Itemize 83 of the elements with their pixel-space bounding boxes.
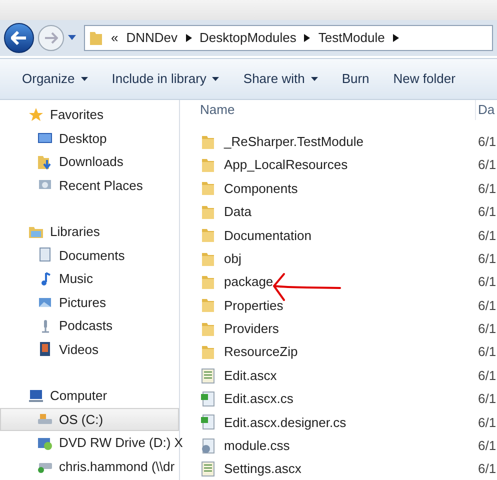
file-name[interactable]: obj — [224, 248, 242, 268]
file-name[interactable]: module.css — [224, 436, 290, 456]
folder-icon — [200, 344, 216, 360]
folder-icon — [89, 30, 103, 46]
date-cell-text: 6/1 — [477, 437, 496, 456]
sidebar-item[interactable]: Documents — [0, 244, 179, 267]
file-name[interactable]: ResourceZip — [224, 342, 298, 362]
file-name[interactable]: Components — [224, 178, 298, 198]
file-name[interactable]: Edit.ascx — [224, 366, 277, 386]
file-icon — [200, 368, 216, 384]
breadcrumb[interactable]: DesktopModules — [200, 28, 296, 48]
toolbar-button[interactable]: Burn — [332, 65, 380, 93]
file-name[interactable]: Providers — [224, 319, 279, 339]
folder-icon — [200, 227, 216, 244]
code-file-icon — [200, 390, 216, 407]
sidebar-group[interactable]: Libraries — [50, 222, 100, 242]
code-file-icon — [200, 414, 216, 430]
date-cell-text: 6/1 — [477, 156, 496, 174]
sidebar-item[interactable]: Music — [0, 267, 179, 290]
computer-icon — [28, 388, 44, 404]
file-name[interactable]: _ReSharper.TestModule — [224, 132, 364, 152]
star-icon — [28, 106, 44, 123]
annotation-arrow-drawing — [272, 270, 342, 302]
toolbar-button[interactable]: Organize — [12, 65, 98, 93]
folder-icon — [37, 154, 53, 170]
file-name[interactable]: Edit.ascx.designer.cs — [224, 412, 346, 432]
sidebar-item[interactable]: Pictures — [0, 290, 179, 314]
file-name[interactable]: Edit.ascx.cs — [224, 389, 294, 409]
file-name[interactable]: App_LocalResources — [224, 155, 348, 175]
folder-icon — [200, 274, 216, 290]
folder-icon — [200, 320, 216, 337]
sidebar-item[interactable]: Podcasts — [0, 314, 179, 338]
file-name[interactable]: package — [224, 272, 274, 292]
breadcrumb[interactable]: TestModule — [318, 28, 385, 48]
address-bar[interactable]: « DNNDev DesktopModules TestModule — [84, 25, 493, 51]
history-dropdown-icon[interactable] — [68, 35, 76, 41]
film-icon — [37, 341, 53, 358]
chevron-icon[interactable] — [392, 34, 399, 42]
folder-icon — [200, 180, 216, 196]
date-cell-text: 6/1 — [477, 226, 496, 244]
date-cell-text: 6/1 — [477, 296, 496, 315]
chevron-icon[interactable] — [186, 34, 192, 42]
file-name[interactable]: Data — [224, 202, 252, 222]
sidebar-item[interactable]: Desktop — [0, 126, 179, 150]
arrow-left-icon — [11, 31, 27, 45]
toolbar-button[interactable]: Include in library — [102, 65, 230, 93]
toolbar-button[interactable]: Share with — [233, 65, 328, 93]
toolbar-button[interactable]: New folder — [383, 65, 466, 93]
chevron-icon[interactable] — [304, 34, 310, 42]
sidebar-item[interactable]: Downloads — [0, 150, 179, 174]
folder-icon — [200, 250, 216, 267]
column-header[interactable]: Name — [180, 100, 476, 120]
sidebar-group[interactable]: Computer — [50, 386, 108, 406]
date-cell-text: 6/1 — [477, 250, 496, 268]
folder-icon — [200, 297, 216, 314]
sidebar-group[interactable]: Favorites — [50, 105, 104, 124]
back-button[interactable] — [4, 23, 34, 53]
date-cell-text: 6/1 — [477, 180, 496, 198]
date-cell-text: 6/1 — [477, 203, 496, 222]
file-name[interactable]: Settings.ascx — [224, 459, 302, 479]
sidebar-item[interactable]: Recent Places — [0, 174, 179, 197]
date-cell-text: 6/1 — [477, 366, 496, 385]
folder-icon — [200, 134, 216, 150]
date-cell-text: 6/1 — [477, 273, 496, 292]
column-header[interactable]: Da — [476, 100, 495, 120]
sidebar-item[interactable]: chris.hammond (\\dr — [0, 454, 179, 478]
document-icon — [37, 247, 53, 264]
overflow-chevron[interactable]: « — [111, 28, 118, 48]
sidebar-item[interactable]: OS (C:) — [0, 408, 179, 431]
arrow-right-icon — [44, 32, 58, 44]
date-cell-text: 6/1 — [477, 343, 496, 362]
folder-icon — [200, 157, 216, 174]
date-cell-text: 6/1 — [477, 460, 496, 478]
folder-icon — [200, 204, 216, 220]
file-icon — [200, 461, 216, 478]
date-cell-text: 6/1 — [477, 320, 496, 338]
date-cell-text: 6/1 — [477, 390, 496, 408]
sidebar-item[interactable]: Videos — [0, 338, 179, 361]
date-cell-text: 6/1 — [477, 414, 496, 432]
file-name[interactable]: Properties — [224, 296, 284, 316]
breadcrumb[interactable]: DNNDev — [126, 28, 178, 48]
file-name[interactable]: Documentation — [224, 226, 312, 245]
date-cell-text: 6/1 — [477, 132, 496, 151]
